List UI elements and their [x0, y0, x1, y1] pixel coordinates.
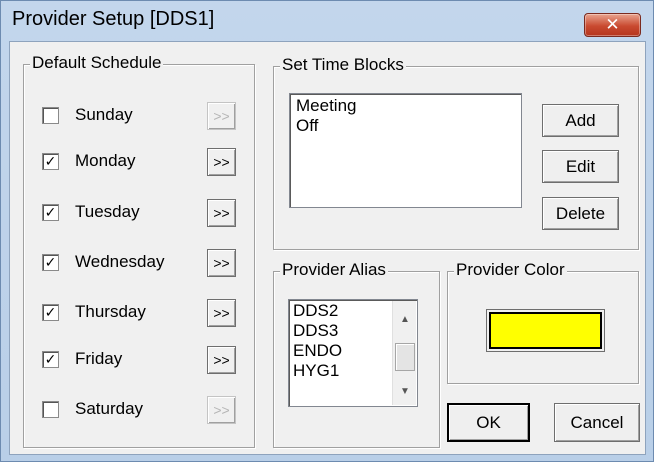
- close-button[interactable]: ✕: [584, 13, 641, 37]
- monday-arrow-button[interactable]: >>: [207, 148, 236, 176]
- dialog-body: Default Schedule Sunday >> ✓ Monday >> ✓…: [9, 41, 646, 455]
- close-icon: ✕: [605, 15, 620, 34]
- provider-color-swatch[interactable]: [489, 312, 602, 349]
- list-item[interactable]: Off: [290, 116, 521, 136]
- time-blocks-group: Set Time Blocks Meeting Off Add Edit Del…: [273, 55, 639, 250]
- provider-alias-label: Provider Alias: [280, 260, 388, 280]
- monday-label: Monday: [75, 151, 136, 170]
- provider-color-group: Provider Color: [447, 260, 639, 384]
- window-title: Provider Setup [DDS1]: [12, 8, 215, 30]
- alias-scrollbar[interactable]: ▲ ▼: [392, 301, 416, 405]
- saturday-arrow-button[interactable]: >>: [207, 396, 236, 424]
- sunday-arrow-button[interactable]: >>: [207, 102, 236, 130]
- time-blocks-label: Set Time Blocks: [280, 55, 406, 75]
- add-button[interactable]: Add: [542, 104, 619, 137]
- provider-color-label: Provider Color: [454, 260, 567, 280]
- provider-alias-list[interactable]: DDS2 DDS3 ENDO HYG1 ▲ ▼: [288, 299, 418, 407]
- title-bar[interactable]: Provider Setup [DDS1] ✕: [1, 1, 653, 41]
- sunday-label: Sunday: [75, 105, 133, 124]
- provider-setup-dialog: Provider Setup [DDS1] ✕ Default Schedule…: [0, 0, 654, 462]
- delete-button[interactable]: Delete: [542, 197, 619, 230]
- friday-checkbox[interactable]: ✓: [42, 351, 59, 368]
- scroll-up-icon[interactable]: ▲: [393, 309, 417, 331]
- list-item[interactable]: Meeting: [290, 96, 521, 116]
- tuesday-checkbox[interactable]: ✓: [42, 204, 59, 221]
- edit-button[interactable]: Edit: [542, 150, 619, 183]
- friday-arrow-button[interactable]: >>: [207, 346, 236, 374]
- saturday-checkbox[interactable]: [42, 401, 59, 418]
- tuesday-label: Tuesday: [75, 202, 140, 221]
- thursday-checkbox[interactable]: ✓: [42, 304, 59, 321]
- scroll-down-icon[interactable]: ▼: [393, 381, 417, 403]
- sunday-checkbox[interactable]: [42, 107, 59, 124]
- friday-label: Friday: [75, 349, 123, 368]
- ok-button[interactable]: OK: [447, 403, 530, 442]
- cancel-button[interactable]: Cancel: [554, 403, 640, 442]
- thursday-arrow-button[interactable]: >>: [207, 299, 236, 327]
- provider-alias-group: Provider Alias DDS2 DDS3 ENDO HYG1 ▲ ▼: [273, 260, 440, 448]
- tuesday-arrow-button[interactable]: >>: [207, 199, 236, 227]
- time-blocks-list[interactable]: Meeting Off: [289, 93, 522, 208]
- default-schedule-label: Default Schedule: [30, 53, 164, 73]
- wednesday-arrow-button[interactable]: >>: [207, 249, 236, 277]
- default-schedule-group: Default Schedule Sunday >> ✓ Monday >> ✓…: [23, 53, 255, 448]
- wednesday-label: Wednesday: [75, 252, 165, 271]
- scroll-thumb[interactable]: [395, 343, 415, 371]
- wednesday-checkbox[interactable]: ✓: [42, 254, 59, 271]
- thursday-label: Thursday: [75, 302, 146, 321]
- monday-checkbox[interactable]: ✓: [42, 153, 59, 170]
- saturday-label: Saturday: [75, 399, 144, 418]
